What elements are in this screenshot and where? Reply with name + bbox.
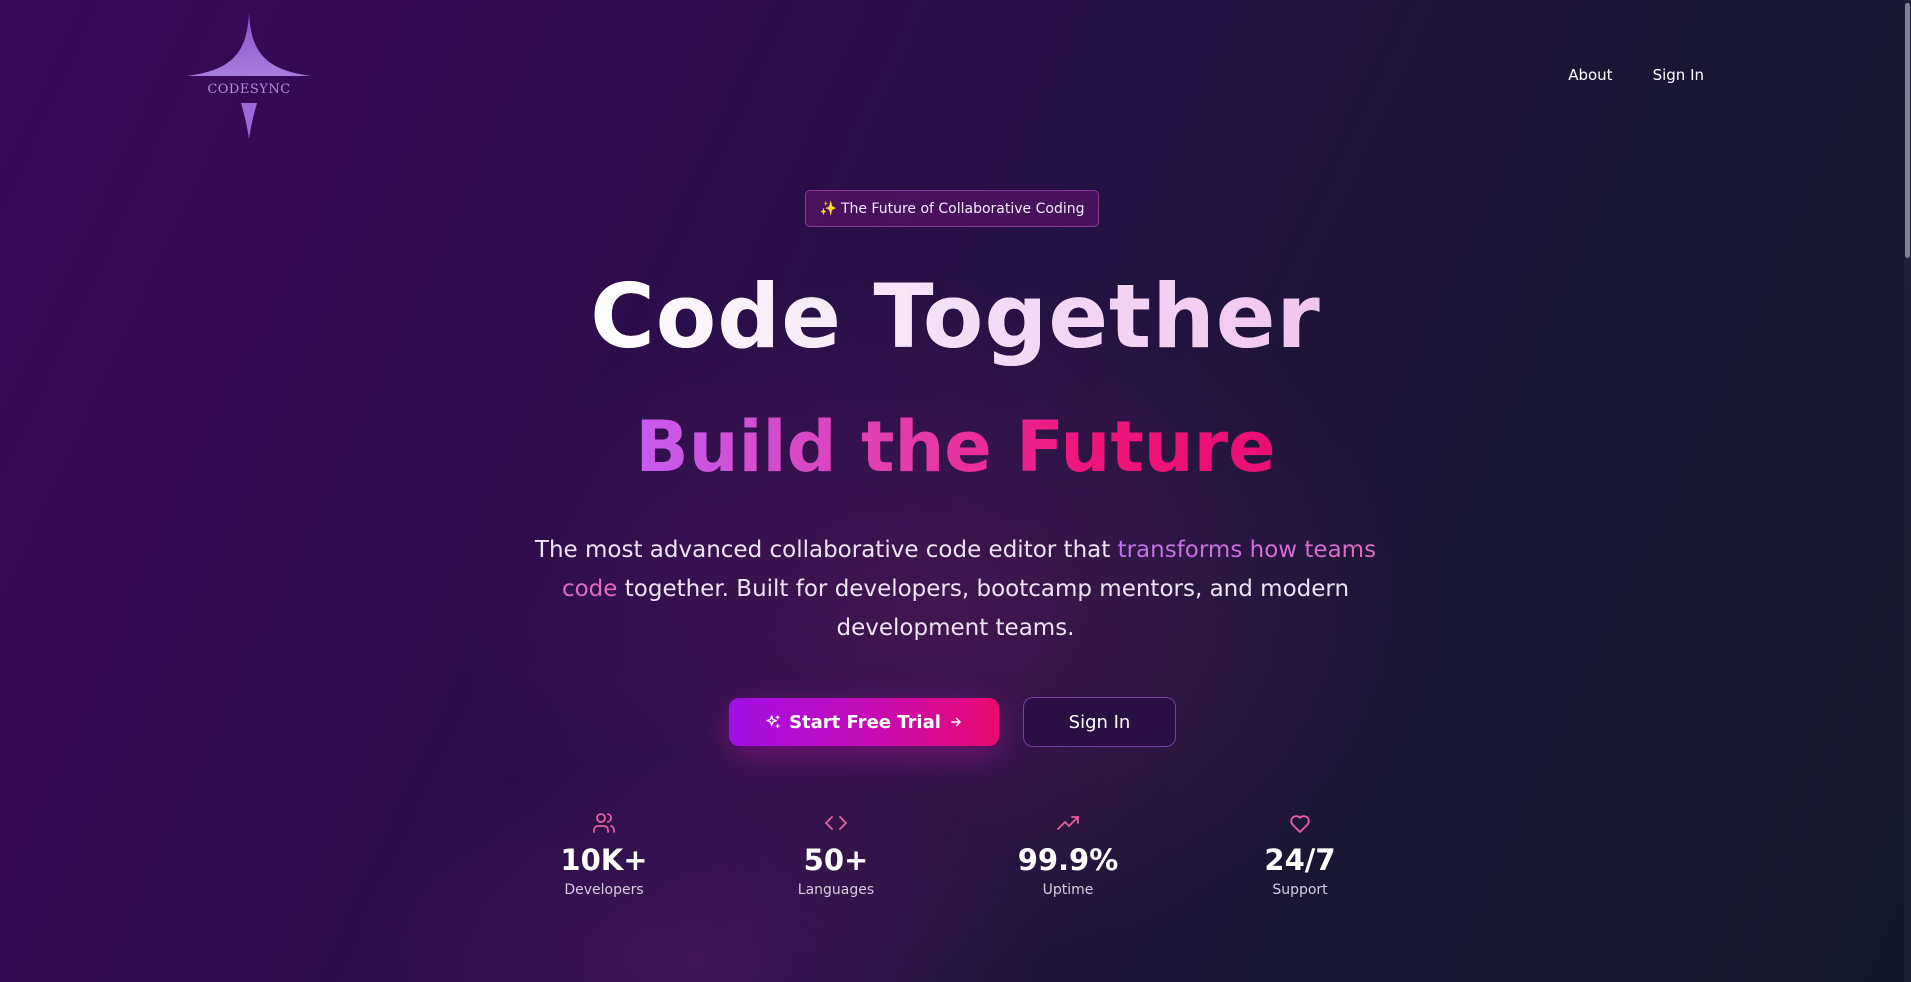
hero-subtitle-text: Build the Future — [635, 406, 1276, 488]
page-scrollbar[interactable] — [1904, 0, 1911, 982]
stat-label: Support — [1272, 882, 1328, 898]
sign-in-button-label: Sign In — [1068, 711, 1131, 733]
stat-support: 24/7 Support — [1225, 810, 1375, 898]
heart-icon — [1290, 815, 1310, 833]
stat-label: Uptime — [1042, 882, 1094, 898]
arrow-right-icon — [951, 717, 961, 727]
stat-label: Developers — [564, 882, 644, 898]
hero-description: The most advanced collaborative code edi… — [520, 531, 1391, 648]
hero-subtitle: Build the Future — [0, 402, 1911, 492]
trending-up-icon — [1057, 816, 1079, 830]
nav-sign-in-link[interactable]: Sign In — [1653, 66, 1704, 84]
announcement-badge: ✨ The Future of Collaborative Coding — [805, 190, 1099, 227]
logo-wordmark: CODESYNC — [207, 82, 291, 97]
landing-page: CODESYNC About Sign In ✨ The Future of C… — [0, 0, 1911, 982]
sparkles-icon: ✨ — [819, 200, 837, 217]
scrollbar-thumb[interactable] — [1905, 3, 1910, 258]
description-before: The most advanced collaborative code edi… — [534, 537, 1118, 563]
stat-value: 50+ — [803, 843, 869, 877]
hero-title: Code Together — [0, 262, 1911, 372]
stat-label: Languages — [797, 882, 875, 898]
four-point-star-icon — [187, 13, 311, 139]
stat-value: 10K+ — [560, 843, 648, 877]
stat-value: 99.9% — [1017, 843, 1119, 877]
description-after: together. Built for developers, bootcamp… — [617, 576, 1350, 641]
hero-title-text: Code Together — [590, 265, 1321, 368]
codesync-logo[interactable]: CODESYNC — [185, 12, 313, 140]
stat-uptime: 99.9% Uptime — [993, 810, 1143, 898]
badge-label: The Future of Collaborative Coding — [840, 200, 1085, 217]
users-icon — [593, 813, 615, 833]
start-free-trial-button[interactable]: Start Free Trial — [729, 698, 999, 746]
sparkles-icon — [766, 715, 780, 728]
stat-developers: 10K+ Developers — [529, 810, 679, 898]
sign-in-button[interactable]: Sign In — [1023, 697, 1176, 747]
stat-value: 24/7 — [1264, 843, 1336, 877]
code-icon — [825, 816, 847, 830]
stat-languages: 50+ Languages — [761, 810, 911, 898]
start-free-trial-label: Start Free Trial — [789, 711, 941, 733]
top-nav: About Sign In — [1568, 66, 1704, 84]
nav-about-link[interactable]: About — [1568, 66, 1612, 84]
